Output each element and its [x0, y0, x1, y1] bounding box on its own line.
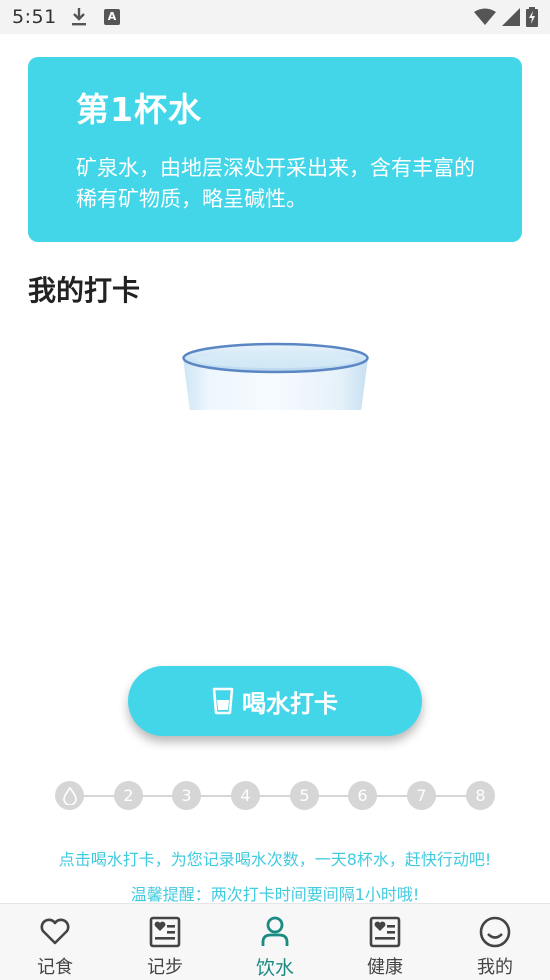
water-info-card: 第1杯水 矿泉水，由地层深处开采出来，含有丰富的稀有矿物质，略呈碱性。 [28, 57, 522, 242]
nav-label-steps: 记步 [147, 957, 183, 978]
status-bar: 5:51 A [0, 0, 550, 34]
progress-step-5: 5 [290, 781, 319, 810]
nav-item-water[interactable]: 饮水 [220, 904, 330, 980]
a-badge-icon: A [104, 9, 120, 25]
card-description: 矿泉水，由地层深处开采出来，含有丰富的稀有矿物质，略呈碱性。 [76, 156, 475, 211]
hint-text: 点击喝水打卡，为您记录喝水次数，一天8杯水，赶快行动吧! [58, 850, 492, 869]
card-title: 第1杯水 [76, 90, 202, 129]
nav-item-steps[interactable]: 记步 [110, 904, 220, 980]
status-right-icons [474, 7, 538, 27]
section-title: 我的打卡 [28, 274, 141, 307]
drink-button-label: 喝水打卡 [242, 689, 338, 718]
cup-icon [212, 687, 234, 715]
progress-step-7: 7 [407, 781, 436, 810]
signal-icon [502, 8, 520, 26]
progress-step-1 [55, 781, 84, 810]
nav-item-health[interactable]: 健康 [330, 904, 440, 980]
progress-step-4: 4 [231, 781, 260, 810]
nav-item-mine[interactable]: 我的 [440, 904, 550, 980]
nav-label-food: 记食 [37, 957, 73, 978]
progress-step-8: 8 [466, 781, 495, 810]
progress-step-2: 2 [114, 781, 143, 810]
heart-list-icon [368, 915, 402, 949]
heart-outline-icon [38, 915, 72, 949]
water-drop-icon [62, 786, 77, 806]
cup-progress: 2 3 4 5 6 7 8 [55, 781, 495, 811]
nav-label-mine: 我的 [477, 957, 513, 978]
reminder-text: 温馨提醒：两次打卡时间要间隔1小时哦! [130, 885, 420, 904]
download-icon [72, 8, 86, 26]
water-glass-image [178, 342, 373, 416]
nav-item-food[interactable]: 记食 [0, 904, 110, 980]
battery-icon [526, 7, 538, 27]
wifi-icon [474, 8, 496, 25]
drink-checkin-button[interactable]: 喝水打卡 [128, 666, 422, 736]
bottom-nav: 记食 记步 饮水 健康 我的 [0, 903, 550, 980]
progress-step-3: 3 [172, 781, 201, 810]
nav-label-health: 健康 [367, 957, 403, 978]
progress-step-6: 6 [348, 781, 377, 810]
nav-label-water: 饮水 [255, 957, 294, 979]
heart-list-icon [148, 915, 182, 949]
person-icon [258, 915, 292, 949]
status-time: 5:51 [12, 6, 57, 28]
smile-icon [478, 915, 512, 949]
